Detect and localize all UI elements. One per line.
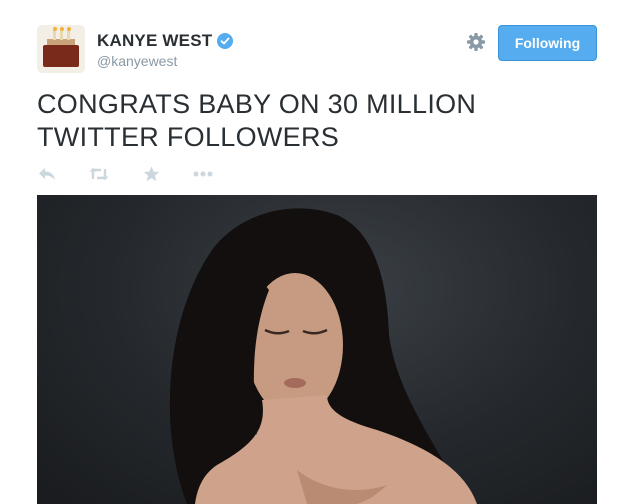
tweet-actions: [37, 164, 245, 184]
gear-icon[interactable]: [466, 32, 486, 52]
user-display-name[interactable]: KANYE WEST: [97, 31, 234, 51]
profile-avatar[interactable]: [37, 25, 85, 73]
verified-badge-icon: [217, 33, 234, 49]
tweet-photo[interactable]: [37, 195, 597, 504]
retweet-icon[interactable]: [89, 164, 109, 184]
tweet-text: CONGRATS BABY ON 30 MILLION TWITTER FOLL…: [37, 89, 477, 152]
favorite-star-icon[interactable]: [141, 164, 161, 184]
more-options-icon[interactable]: [193, 164, 213, 184]
user-handle[interactable]: @kanyewest: [97, 53, 177, 69]
following-button[interactable]: Following: [498, 25, 597, 61]
display-name-text[interactable]: KANYE WEST: [97, 31, 212, 51]
reply-icon[interactable]: [37, 164, 57, 184]
